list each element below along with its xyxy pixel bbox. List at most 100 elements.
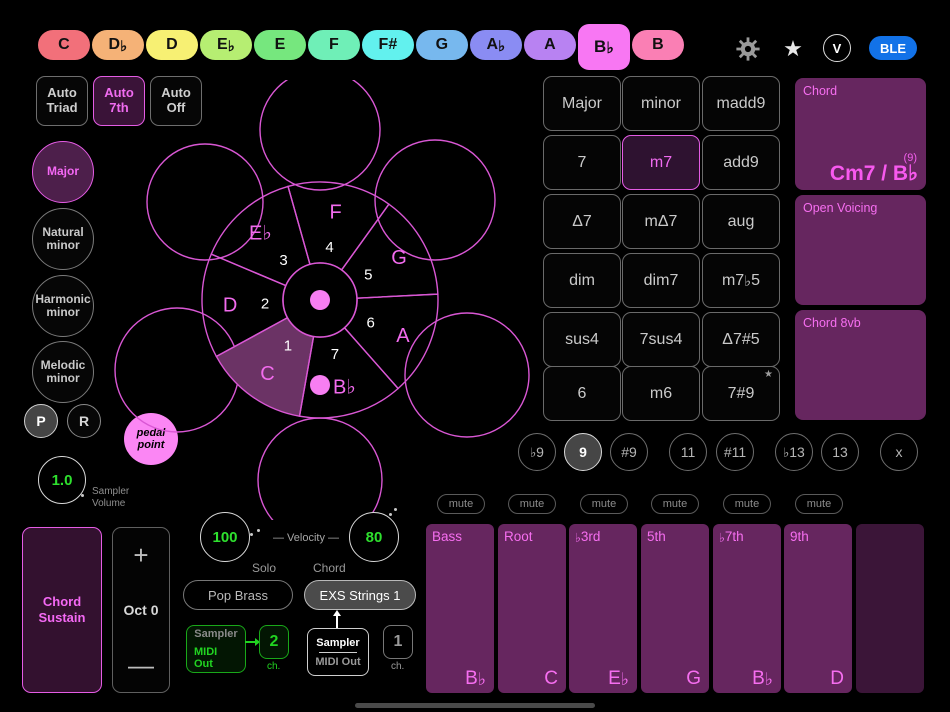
mute-button-1[interactable]: mute xyxy=(437,494,485,514)
octave-decrement-button[interactable]: — xyxy=(128,652,154,678)
chord-velocity-value: 80 xyxy=(366,529,383,546)
chord-type-m7[interactable]: mΔ7 xyxy=(622,194,700,249)
extension-button-sharp9[interactable]: #9 xyxy=(610,433,648,471)
wheel-petal-3[interactable] xyxy=(405,313,529,437)
key-button-D[interactable]: D xyxy=(146,30,198,60)
note-column-bass[interactable]: BassB♭ xyxy=(426,524,494,693)
mute-button-2[interactable]: mute xyxy=(508,494,556,514)
wheel-center-dot[interactable] xyxy=(310,290,330,310)
wheel-sector-G[interactable] xyxy=(342,204,438,298)
note-column-9th[interactable]: 9thD xyxy=(784,524,852,693)
chord-type-6[interactable]: 6 xyxy=(543,366,621,421)
chord-type-m75[interactable]: m7♭5 xyxy=(702,253,780,308)
mute-button-4[interactable]: mute xyxy=(651,494,699,514)
home-indicator xyxy=(355,703,595,708)
octave-stepper[interactable]: + Oct 0 — xyxy=(112,527,170,693)
extension-button-9[interactable]: 9 xyxy=(564,433,602,471)
ble-button[interactable]: BLE xyxy=(869,36,917,60)
chord-type-dim[interactable]: dim xyxy=(543,253,621,308)
extension-button-13[interactable]: 13 xyxy=(821,433,859,471)
chord-type-aug[interactable]: aug xyxy=(702,194,780,249)
chord-type-7sus4[interactable]: 7sus4 xyxy=(622,312,700,367)
scale-button-harmonic-minor[interactable]: Harmonicminor xyxy=(32,275,94,337)
scale-button-major[interactable]: Major xyxy=(32,141,94,203)
wheel-petal-4[interactable] xyxy=(258,418,382,520)
chord-type-madd9[interactable]: madd9 xyxy=(702,76,780,131)
chord-type-79[interactable]: ★7#9 xyxy=(702,366,780,421)
wheel-degree-label-4: 4 xyxy=(325,239,333,256)
solo-midi-out-box[interactable]: Sampler MIDI Out xyxy=(186,625,246,673)
chord-type-add9[interactable]: add9 xyxy=(702,135,780,190)
solo-velocity-knob[interactable]: 100 xyxy=(200,512,250,562)
note-column-5th[interactable]: 5thG xyxy=(641,524,709,693)
chord-type-dim7[interactable]: dim7 xyxy=(622,253,700,308)
toggle-button-r[interactable]: R xyxy=(67,404,101,438)
chord-type-m7[interactable]: m7 xyxy=(622,135,700,190)
auto-button-triad[interactable]: AutoTriad xyxy=(36,76,88,126)
extension-button-sharp11[interactable]: #11 xyxy=(716,433,754,471)
scale-line1: Major xyxy=(47,165,79,178)
chord-sustain-button[interactable]: Chord Sustain xyxy=(22,527,102,693)
open-voicing-panel[interactable]: Open Voicing xyxy=(795,195,926,305)
wheel-note-label-D: D xyxy=(223,294,237,316)
chord-8vb-panel[interactable]: Chord 8vb xyxy=(795,310,926,420)
extension-button-b13[interactable]: ♭13 xyxy=(775,433,813,471)
chord-routing-arrow-icon xyxy=(331,610,343,628)
chord-wheel[interactable]: C1D2E♭3F4G5A6B♭7 xyxy=(105,80,545,520)
solo-channel-header: Solo xyxy=(252,561,276,575)
gear-icon[interactable] xyxy=(735,36,761,62)
key-button-G[interactable]: G xyxy=(416,30,468,60)
solo-patch-button[interactable]: Pop Brass xyxy=(183,580,293,610)
extension-button-b9[interactable]: ♭9 xyxy=(518,433,556,471)
wheel-petal-1[interactable] xyxy=(260,80,380,190)
chord-display-panel[interactable]: Chord (9) Cm7 / B♭ xyxy=(795,78,926,190)
octave-increment-button[interactable]: + xyxy=(133,542,148,568)
chord-velocity-knob[interactable]: 80 xyxy=(349,512,399,562)
wheel-root-dot[interactable] xyxy=(310,375,330,395)
chord-type-7[interactable]: 7 xyxy=(543,135,621,190)
wheel-sector-A[interactable] xyxy=(344,294,438,388)
chord-type-7[interactable]: Δ7 xyxy=(543,194,621,249)
star-icon[interactable]: ★ xyxy=(780,36,806,62)
chord-type-major[interactable]: Major xyxy=(543,76,621,131)
scale-button-natural-minor[interactable]: Naturalminor xyxy=(32,208,94,270)
mute-button-5[interactable]: mute xyxy=(723,494,771,514)
note-column-b7th[interactable]: ♭7thB♭ xyxy=(713,524,781,693)
scale-button-melodic-minor[interactable]: Melodicminor xyxy=(32,341,94,403)
key-button-B[interactable]: B xyxy=(632,30,684,60)
chord-type-75[interactable]: Δ7#5 xyxy=(702,312,780,367)
key-button-Fsharp[interactable]: F# xyxy=(362,30,414,60)
key-button-F[interactable]: F xyxy=(308,30,360,60)
note-column-b3rd[interactable]: ♭3rdE♭ xyxy=(569,524,637,693)
wheel-petal-6[interactable] xyxy=(147,144,263,260)
mute-button-6[interactable]: mute xyxy=(795,494,843,514)
extension-button-11[interactable]: 11 xyxy=(669,433,707,471)
note-role-label: Root xyxy=(504,529,533,544)
key-button-Ab[interactable]: A♭ xyxy=(470,30,522,60)
wheel-petal-5[interactable] xyxy=(115,308,239,432)
wheel-sector-Bb[interactable] xyxy=(300,328,399,418)
key-button-Db[interactable]: D♭ xyxy=(92,30,144,60)
sampler-volume-knob[interactable]: 1.0 xyxy=(38,456,86,504)
chord-type-label: minor xyxy=(641,95,681,113)
key-button-E[interactable]: E xyxy=(254,30,306,60)
note-column-root[interactable]: RootC xyxy=(498,524,566,693)
mute-button-3[interactable]: mute xyxy=(580,494,628,514)
solo-channel-box[interactable]: 2 xyxy=(259,625,289,659)
key-button-Bb[interactable]: B♭ xyxy=(578,24,630,70)
chord-midi-source-label: Sampler xyxy=(316,637,359,652)
chord-midi-out-box[interactable]: Sampler MIDI Out xyxy=(307,628,369,676)
note-column-empty[interactable] xyxy=(856,524,924,693)
wheel-petal-2[interactable] xyxy=(375,140,495,260)
toggle-button-p[interactable]: P xyxy=(24,404,58,438)
chord-channel-box[interactable]: 1 xyxy=(383,625,413,659)
key-button-A[interactable]: A xyxy=(524,30,576,60)
chord-patch-button[interactable]: EXS Strings 1 xyxy=(304,580,416,610)
chord-type-minor[interactable]: minor xyxy=(622,76,700,131)
chord-type-sus4[interactable]: sus4 xyxy=(543,312,621,367)
key-button-Eb[interactable]: E♭ xyxy=(200,30,252,60)
key-button-C[interactable]: C xyxy=(38,30,90,60)
extension-button-x[interactable]: x xyxy=(880,433,918,471)
version-badge[interactable]: V xyxy=(823,34,851,62)
chord-type-m6[interactable]: m6 xyxy=(622,366,700,421)
